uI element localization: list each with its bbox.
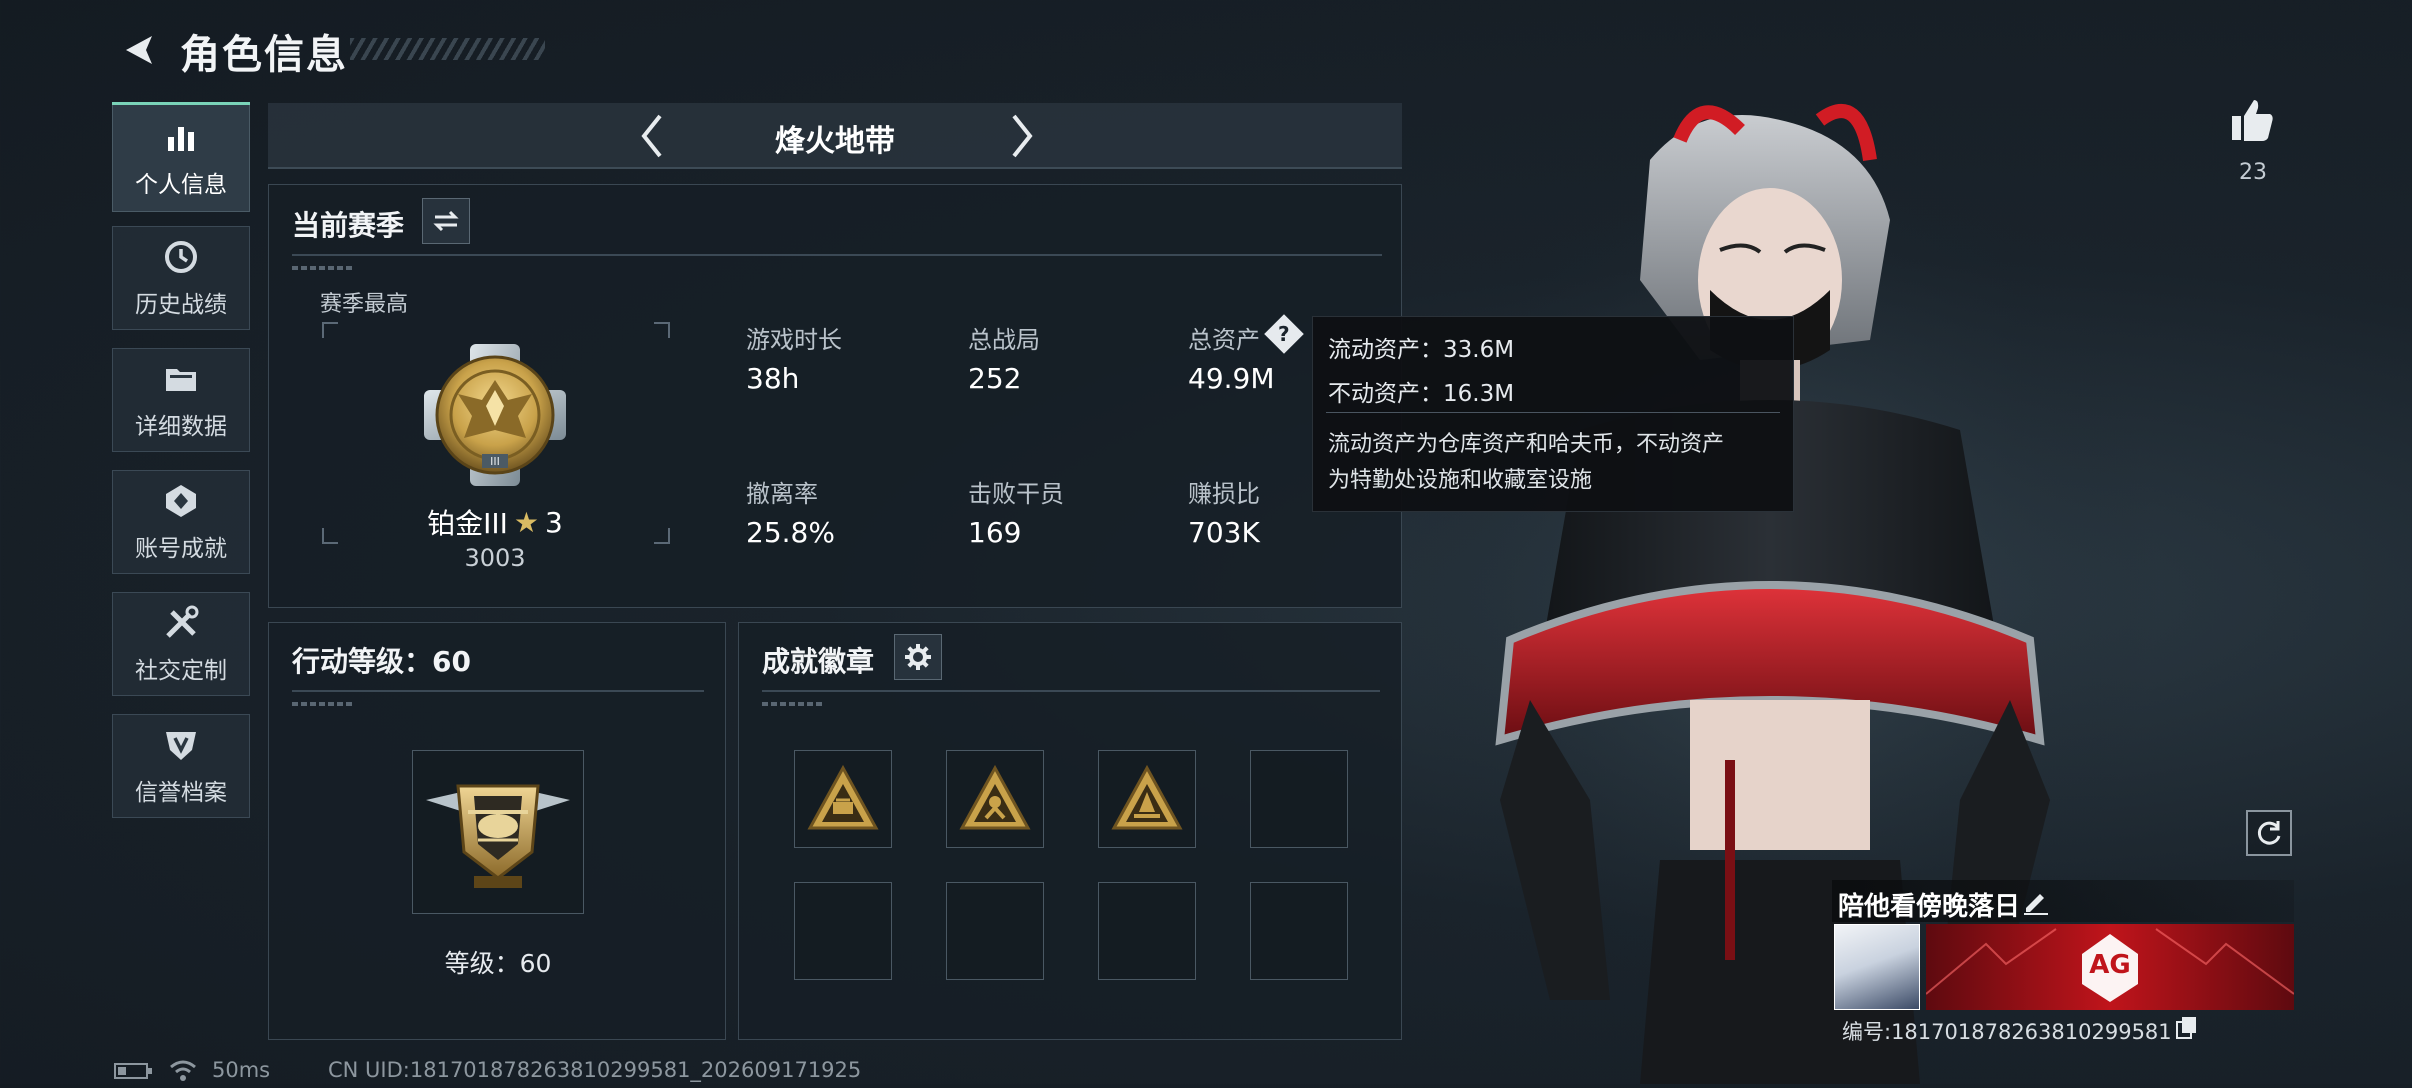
badge-triangle-icon [958,764,1032,834]
rank-score: 3003 [464,544,526,572]
player-name: 陪他看傍晚落日 [1838,892,2021,922]
sidebar-item-label: 个人信息 [135,172,227,198]
stat-value-total-assets: 49.9M [1188,362,1275,395]
stat-value-total-matches: 252 [968,362,1022,395]
tools-icon [161,603,201,643]
sidebar-item-personal-info[interactable]: 个人信息 [112,102,250,212]
chevron-left-icon [641,114,662,158]
stat-value-playtime: 38h [746,362,800,395]
star-icon: ★ [513,505,540,539]
like-count: 23 [2239,160,2267,185]
stat-label-total-assets: 总资产 [1188,326,1260,354]
badges-settings-button[interactable] [894,634,942,680]
mode-prev-button[interactable] [630,108,674,164]
battery-icon [114,1062,154,1080]
tooltip-fixed-assets: 不动资产：16.3M [1328,381,1515,407]
rank-emblem-icon: III [414,334,576,496]
svg-text:III: III [490,455,500,468]
action-level-divider [292,690,704,692]
badge-slot[interactable] [1250,882,1348,980]
stat-label-kills: 击败干员 [968,480,1064,508]
frame-corner [654,322,670,338]
frame-corner [322,322,338,338]
chevron-right-icon [1012,114,1033,158]
sidebar-item-label: 账号成就 [135,536,227,562]
tooltip-liquid-assets: 流动资产：33.6M [1328,337,1515,363]
stat-label-playtime: 游戏时长 [746,326,842,354]
shield-icon [161,725,201,765]
season-switch-button[interactable] [422,198,470,244]
uid-text: CN UID:181701878263810299581_20260917192… [328,1058,862,1082]
season-divider [292,254,1382,256]
edit-name-button[interactable] [2020,884,2052,916]
back-button[interactable] [112,26,160,74]
frame-corner [322,528,338,544]
ping-text: 50ms [212,1058,271,1082]
gear-icon [905,644,931,670]
season-title: 当前赛季 [292,209,405,242]
stat-value-profit-ratio: 703K [1188,516,1260,549]
stat-label-extraction-rate: 撤离率 [746,480,818,508]
badge-triangle-icon [806,764,880,834]
pencil-icon [2024,894,2048,915]
stat-value-kills: 169 [968,516,1022,549]
helicopter-emblem-icon [418,756,578,908]
achievement-icon [161,481,201,521]
decor-dash [292,266,352,270]
badges-divider [762,690,1380,692]
page-title: 角色信息 [180,32,348,78]
decor-dash [292,702,352,706]
sidebar-item-reputation[interactable]: 信誉档案 [112,714,250,818]
action-level-title: 行动等级：60 [292,645,471,678]
frame-corner [654,528,670,544]
wifi-icon [168,1058,198,1082]
badges-title: 成就徽章 [762,645,875,678]
rank-name: 铂金III ★ 3 [400,502,590,542]
level-text: 等级：60 [444,949,552,978]
mode-title: 烽火地带 [775,124,895,159]
card-logo-text: AG [2089,950,2131,980]
badge-slot[interactable] [946,882,1044,980]
rank-name-text: 铂金III [427,507,508,540]
stat-label-profit-ratio: 赚损比 [1188,480,1260,508]
tooltip-description-1: 流动资产为仓库资产和哈夫币，不动资产 [1328,432,1725,457]
badge-triangle-icon [1110,764,1184,834]
badge-slot[interactable] [794,882,892,980]
sidebar-item-achievements[interactable]: 账号成就 [112,470,250,574]
folder-icon [161,359,201,399]
back-arrow-icon [126,36,152,64]
mode-next-button[interactable] [1000,108,1044,164]
player-id: 编号:181701878263810299581 [1842,1020,2172,1044]
badge-slot[interactable] [1250,750,1348,848]
stat-label-total-matches: 总战局 [968,326,1040,354]
sidebar-item-detailed-data[interactable]: 详细数据 [112,348,250,452]
decor-dash [762,702,822,706]
sidebar-item-label: 历史战绩 [135,292,227,318]
sidebar-item-social[interactable]: 社交定制 [112,592,250,696]
tooltip-description-2: 为特勤处设施和收藏室设施 [1328,468,1593,493]
thumbs-up-icon [2232,100,2273,141]
rotate-view-button[interactable] [2246,810,2292,856]
season-highest-label: 赛季最高 [320,292,409,317]
swap-icon [433,210,459,232]
name-card-banner[interactable]: AG [1926,924,2294,1010]
tooltip-divider [1326,412,1780,413]
sidebar-item-label: 信誉档案 [135,780,227,806]
sidebar-item-label: 社交定制 [135,658,227,684]
stat-value-extraction-rate: 25.8% [746,516,835,549]
badge-slot[interactable] [1098,882,1196,980]
bar-chart-icon [161,117,201,157]
like-button[interactable] [2228,96,2278,146]
sidebar-item-history[interactable]: 历史战绩 [112,226,250,330]
copy-id-button[interactable] [2174,1014,2200,1040]
avatar[interactable] [1834,924,1920,1010]
title-stripes [350,38,545,60]
refresh-icon [2257,821,2281,845]
copy-icon [2176,1017,2196,1039]
rank-stars: 3 [545,505,563,539]
sidebar-item-label: 详细数据 [135,414,227,440]
history-icon [161,237,201,277]
